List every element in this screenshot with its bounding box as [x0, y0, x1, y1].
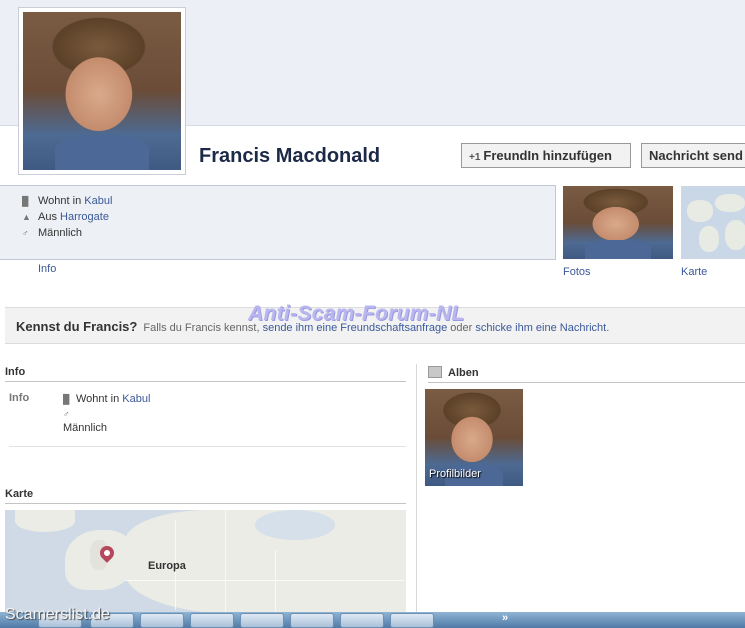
info-section-heading: Info	[5, 366, 406, 382]
profile-picture[interactable]	[18, 7, 186, 175]
desc-suffix: .	[606, 322, 610, 334]
map-land	[15, 510, 75, 532]
taskbar-item[interactable]	[240, 613, 284, 628]
tab-info[interactable]: Info	[38, 263, 56, 275]
tab-karte[interactable]: Karte	[681, 266, 707, 278]
taskbar-item[interactable]	[340, 613, 384, 628]
tab-fotos[interactable]: Fotos	[563, 266, 591, 278]
home-work-icon: █	[22, 196, 29, 206]
fotos-thumbnail[interactable]	[563, 186, 673, 259]
map-border	[275, 550, 276, 614]
send-message-label: Nachricht send	[649, 148, 743, 163]
add-friend-button[interactable]: +1 FreundIn hinzufügen	[461, 143, 631, 168]
male-icon: ♂	[63, 409, 70, 419]
home-icon: ▲	[22, 212, 31, 222]
footer-watermark: Scamerslist.de	[5, 606, 110, 623]
album-caption: Profilbilder	[429, 468, 481, 480]
info-key: Info	[9, 392, 30, 404]
taskbar-item[interactable]	[290, 613, 334, 628]
map-sea	[255, 510, 335, 540]
taskbar-item[interactable]	[140, 613, 184, 628]
profile-photo	[23, 12, 181, 170]
os-taskbar: »	[0, 612, 745, 628]
intro-lives-row: █ Wohnt in Kabul	[22, 193, 555, 209]
from-prefix: Aus	[38, 211, 61, 223]
album-icon	[428, 366, 442, 378]
know-person-title: Kennst du Francis?	[16, 319, 138, 334]
map-region-label: Europa	[148, 560, 186, 572]
send-message-link[interactable]: schicke ihm eine Nachricht	[475, 322, 606, 334]
info-lives-city-link[interactable]: Kabul	[122, 393, 150, 405]
column-divider	[416, 364, 417, 614]
taskbar-overflow-chevron[interactable]: »	[502, 612, 508, 624]
info-detail: Info █ Wohnt in Kabul ♂ Männlich	[9, 392, 406, 447]
info-gender: Männlich	[63, 422, 108, 434]
intro-gender-row: ♂ Männlich	[22, 225, 555, 241]
desc-prefix: Falls du Francis kennst,	[143, 322, 263, 334]
map-land	[715, 194, 745, 212]
lives-prefix: Wohnt in	[38, 195, 85, 207]
add-friend-label: FreundIn hinzufügen	[483, 148, 612, 163]
karte-thumbnail[interactable]	[681, 186, 745, 259]
profile-name[interactable]: Francis Macdonald	[199, 145, 380, 168]
watermark: Anti-Scam-Forum-NL	[248, 302, 465, 325]
intro-from-row: ▲ Aus Harrogate	[22, 209, 555, 225]
taskbar-item[interactable]	[390, 613, 434, 628]
map-land	[725, 220, 745, 250]
male-icon: ♂	[22, 228, 29, 238]
info-lives-prefix: Wohnt in	[76, 393, 123, 405]
info-gender-icon-row: ♂	[63, 407, 76, 422]
from-city-link[interactable]: Harrogate	[60, 211, 109, 223]
taskbar-item[interactable]	[190, 613, 234, 628]
home-work-icon: █	[63, 394, 70, 404]
send-message-button[interactable]: Nachricht send	[641, 143, 745, 168]
map-land	[687, 200, 713, 222]
info-lives: █ Wohnt in Kabul	[63, 392, 150, 407]
alben-heading-label: Alben	[448, 367, 479, 379]
map-land	[699, 226, 719, 252]
fotos-photo	[563, 186, 673, 259]
karte-section-heading: Karte	[5, 488, 406, 504]
gender-text: Männlich	[38, 227, 83, 239]
map-border	[225, 510, 226, 614]
lives-city-link[interactable]: Kabul	[84, 195, 112, 207]
add-friend-icon: +1	[469, 152, 481, 163]
alben-section-heading: Alben	[428, 366, 745, 383]
map-border	[125, 580, 405, 581]
intro-box: █ Wohnt in Kabul ▲ Aus Harrogate ♂ Männlich	[0, 185, 556, 260]
album-profilbilder[interactable]: Profilbilder	[425, 389, 523, 486]
map-view[interactable]: Europa	[5, 510, 406, 614]
